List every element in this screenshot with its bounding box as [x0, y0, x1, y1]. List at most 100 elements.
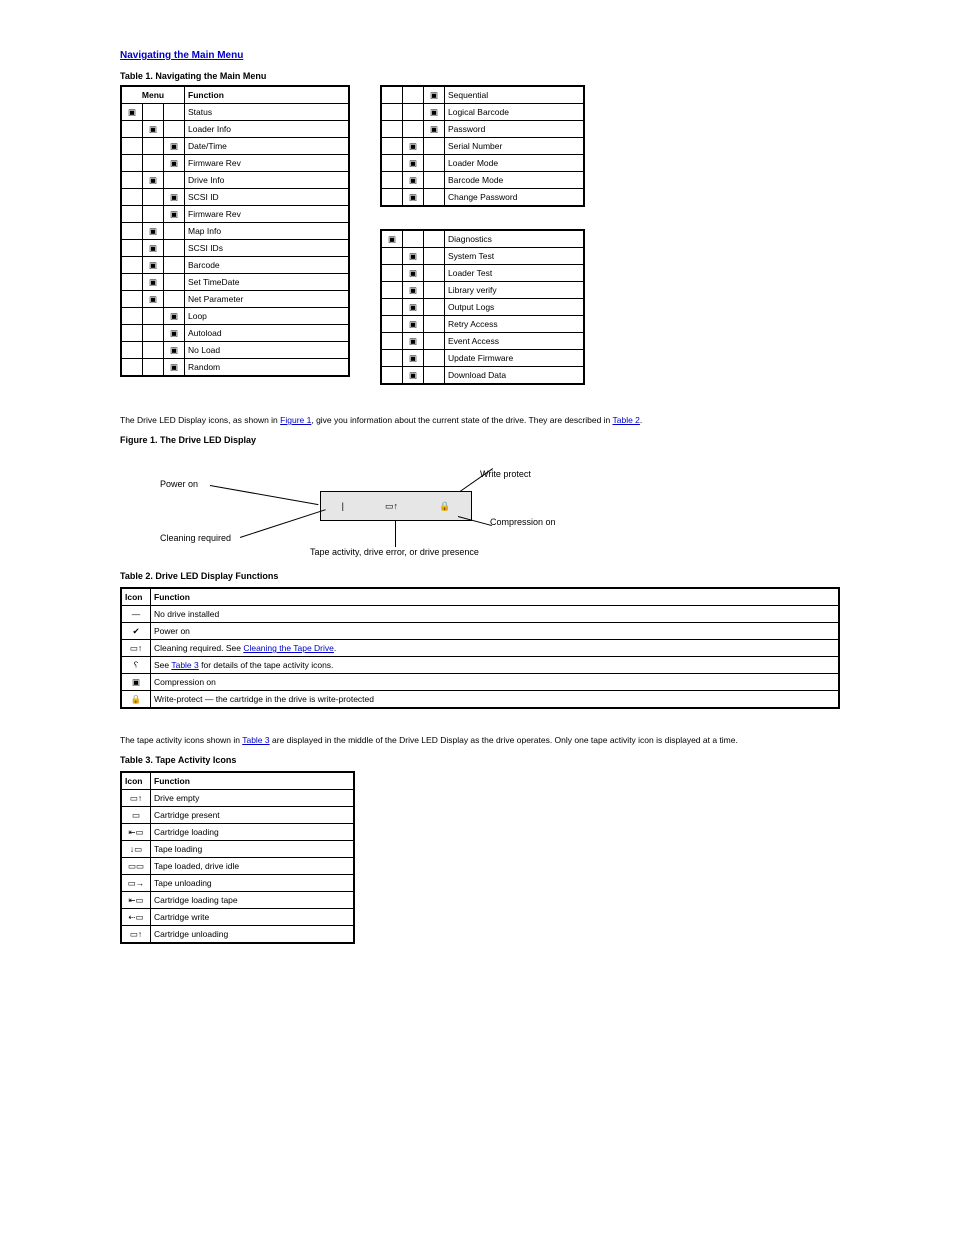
- menu-icon-cell: [121, 240, 143, 257]
- menu-icon-cell: ▣: [403, 299, 424, 316]
- table-row: ⇠▭Cartridge write: [121, 909, 354, 926]
- menu-icon-cell: [143, 342, 164, 359]
- menu-function-cell: Net Parameter: [185, 291, 350, 308]
- label-compression: Compression on: [490, 517, 556, 527]
- menu-icon-cell: ▣: [143, 172, 164, 189]
- menu-icon-cell: ▣: [403, 189, 424, 207]
- menu-function-cell: No Load: [185, 342, 350, 359]
- tape-icon-cell: ↓▭: [121, 841, 151, 858]
- menu-icon-cell: ▣: [143, 240, 164, 257]
- tape-func-cell: Cartridge loading: [151, 824, 355, 841]
- link-table3[interactable]: Table 3: [242, 735, 269, 745]
- menu-icon-cell: [121, 206, 143, 223]
- menu-icon-cell: [381, 248, 403, 265]
- menu-function-cell: Output Logs: [445, 299, 585, 316]
- tape-func-cell: Cartridge present: [151, 807, 355, 824]
- tape-activity-intro: The tape activity icons shown in Table 3…: [120, 735, 834, 745]
- tape-func-cell: Tape loaded, drive idle: [151, 858, 355, 875]
- led-power-icon: |: [342, 501, 344, 511]
- link-figure1[interactable]: Figure 1: [280, 415, 311, 425]
- table-row: ▣Loop: [121, 308, 349, 325]
- menu-icon-cell: [121, 359, 143, 377]
- menu-icon-cell: ▣: [381, 230, 403, 248]
- menu-icon-cell: [424, 282, 445, 299]
- menu-icon-cell: [424, 265, 445, 282]
- led-icon-cell: —: [121, 606, 151, 623]
- menu-icon-cell: ▣: [403, 138, 424, 155]
- th-function: Function: [185, 86, 350, 104]
- menu-icon-cell: ▣: [403, 367, 424, 385]
- table-row: —No drive installed: [121, 606, 839, 623]
- menu-function-cell: Drive Info: [185, 172, 350, 189]
- table-tape-icons: Icon Function ▭↑Drive empty▭Cartridge pr…: [120, 771, 355, 944]
- menu-function-cell: Diagnostics: [445, 230, 585, 248]
- link-cleaning[interactable]: Cleaning the Tape Drive: [243, 643, 334, 653]
- table-row: ▣Library verify: [381, 282, 584, 299]
- table-row: ▣Map Info: [121, 223, 349, 240]
- menu-icon-cell: [403, 121, 424, 138]
- tape-func-cell: Cartridge write: [151, 909, 355, 926]
- menu-icon-cell: [381, 138, 403, 155]
- menu-function-cell: Download Data: [445, 367, 585, 385]
- table-row: ▣Change Password: [381, 189, 584, 207]
- table-drive-leds: Icon Function —No drive installed✔Power …: [120, 587, 840, 709]
- menu-icon-cell: [121, 342, 143, 359]
- menu-icon-cell: ▣: [403, 316, 424, 333]
- menu-icon-cell: ▣: [424, 121, 445, 138]
- table-row: ▣Update Firmware: [381, 350, 584, 367]
- table-row: ▣ Output Logs: [381, 299, 584, 316]
- menu-function-cell: SCSI IDs: [185, 240, 350, 257]
- led-icon-cell: ▣: [121, 674, 151, 691]
- menu-function-cell: Loader Test: [445, 265, 585, 282]
- tape-func-cell: Drive empty: [151, 790, 355, 807]
- label-power-on: Power on: [160, 479, 198, 489]
- led-icon-cell: 🔒: [121, 691, 151, 709]
- label-activity: Tape activity, drive error, or drive pre…: [310, 547, 479, 557]
- menu-function-cell: Password: [445, 121, 585, 138]
- table-row: ▭▭Tape loaded, drive idle: [121, 858, 354, 875]
- table-row: ▣Firmware Rev: [121, 206, 349, 223]
- menu-icon-cell: [424, 230, 445, 248]
- menu-icon-cell: [143, 206, 164, 223]
- menu-icon-cell: [381, 350, 403, 367]
- th-led-func: Function: [151, 588, 840, 606]
- menu-icon-cell: [381, 121, 403, 138]
- menu-icon-cell: ▣: [143, 257, 164, 274]
- table-main-menu-right-bottom: ▣Diagnostics▣System Test▣Loader Test▣Lib…: [380, 229, 585, 385]
- table-row: ⇤▭Cartridge loading: [121, 824, 354, 841]
- led-activity-icon: ▭↑: [385, 501, 398, 512]
- led-func-cell: Write-protect — the cartridge in the dri…: [151, 691, 840, 709]
- menu-icon-cell: ▣: [164, 359, 185, 377]
- table-row: ▣Serial Number: [381, 138, 584, 155]
- led-func-cell: Compression on: [151, 674, 840, 691]
- menu-icon-cell: ▣: [164, 138, 185, 155]
- menu-icon-cell: ▣: [424, 86, 445, 104]
- tape-func-cell: Tape loading: [151, 841, 355, 858]
- menu-icon-cell: [164, 257, 185, 274]
- table-main-menu-right-top: ▣Sequential▣Logical Barcode▣Password▣Ser…: [380, 85, 585, 207]
- menu-icon-cell: ▣: [164, 189, 185, 206]
- table-row: ▣Event Access: [381, 333, 584, 350]
- menu-icon-cell: ▣: [403, 155, 424, 172]
- menu-icon-cell: [424, 333, 445, 350]
- tape-icon-cell: ▭▭: [121, 858, 151, 875]
- tape-icon-cell: ▭→: [121, 875, 151, 892]
- table-row: ▣Autoload: [121, 325, 349, 342]
- section-title-nav: Navigating the Main Menu: [120, 50, 834, 61]
- table-row: ▣Status: [121, 104, 349, 121]
- menu-icon-cell: [164, 240, 185, 257]
- menu-icon-cell: [424, 350, 445, 367]
- tape-icon-cell: ⇤▭: [121, 892, 151, 909]
- table-row: ▣ Download Data: [381, 367, 584, 385]
- link-table2[interactable]: Table 2: [612, 415, 639, 425]
- tape-func-cell: Cartridge loading tape: [151, 892, 355, 909]
- menu-function-cell: Firmware Rev: [185, 206, 350, 223]
- menu-icon-cell: [121, 138, 143, 155]
- menu-function-cell: Status: [185, 104, 350, 121]
- table-row: ▣ Loader Test: [381, 265, 584, 282]
- menu-icon-cell: ▣: [403, 265, 424, 282]
- figure-drive-led: | ▭↑ 🔒 Power on Cleaning required Write …: [120, 461, 590, 561]
- link-table3-inline[interactable]: Table 3: [171, 660, 198, 670]
- menu-function-cell: SCSI ID: [185, 189, 350, 206]
- menu-function-cell: Random: [185, 359, 350, 377]
